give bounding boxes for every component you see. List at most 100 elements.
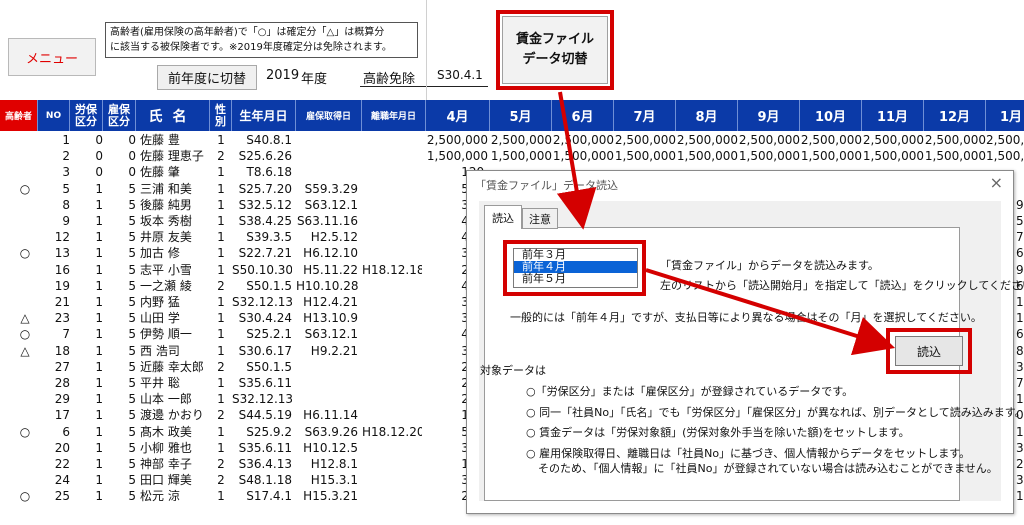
row-amount-trail: 1,	[1016, 295, 1024, 309]
row-name: 山田 学	[140, 311, 180, 326]
row-amount-trail: 1,	[1016, 311, 1024, 326]
header-month-6: 6月	[552, 100, 614, 131]
row-sex: 1	[217, 181, 225, 196]
row-emp-class: 5	[128, 295, 136, 309]
row-name: 髙木 政美	[140, 424, 192, 439]
exemption-underline	[360, 86, 488, 87]
header-month-11: 11月	[862, 100, 924, 131]
table-row[interactable]: 2 0 0 佐藤 理恵子 2 S25.6.26 1,500,000 1,500,000 1,50…	[0, 148, 1024, 164]
row-sex: 1	[217, 133, 225, 147]
elderly-note-line2: に該当する被保険者です。※2019年度確定分は免除されます。	[110, 42, 392, 53]
tab-read[interactable]: 読込	[484, 205, 522, 229]
row-birthdate: S30.6.17	[238, 343, 292, 358]
target-heading: 対象データは	[480, 364, 546, 377]
row-sex: 2	[217, 473, 225, 488]
row-emp-class: 5	[128, 457, 136, 471]
row-amount-4: 2,500,000	[426, 133, 488, 147]
row-name: 松元 涼	[140, 489, 180, 504]
row-acquired-date: S63.9.26	[304, 424, 358, 439]
row-emp-class: 0	[128, 149, 136, 164]
row-amount: 2,500,000	[862, 133, 924, 147]
row-no: 21	[54, 295, 70, 309]
row-sex: 1	[217, 246, 225, 261]
row-amount-trail: 8,	[1016, 343, 1024, 358]
row-amount: 1,500,000	[676, 149, 738, 164]
target-line: ○ 賃金データは「労保対象額」(労保対象外手当を除いた額)をセットします。	[526, 426, 910, 439]
row-sex: 1	[217, 311, 225, 326]
elderly-mark: ○	[19, 489, 31, 504]
row-no: 27	[54, 359, 70, 374]
row-sex: 1	[217, 262, 225, 277]
row-emp-class: 5	[128, 392, 136, 407]
row-labor-class: 1	[95, 327, 103, 342]
row-no: 18	[54, 343, 70, 358]
row-no: 20	[54, 440, 70, 455]
elderly-note-line1: 高齢者(雇用保険の高年齢者)で「○」は確定分「△」は概算分	[110, 27, 385, 38]
row-labor-class: 1	[95, 262, 103, 277]
row-name: 渡邊 かおり	[140, 408, 204, 423]
row-acquired-date: H10.12.5	[303, 440, 358, 455]
general-note: 一般的には「前年４月」ですが、支払日等により異なる場合はその「月」を選択してくだ…	[510, 311, 982, 324]
row-sex: 2	[217, 457, 225, 471]
instruction-line2: 左のリストから「読込開始月」を指定して「読込」をクリックしてください。	[660, 279, 1024, 292]
elderly-exemption-label: 高齢免除	[363, 72, 416, 87]
elderly-mark: △	[20, 343, 30, 358]
row-birthdate: S25.2.1	[246, 327, 292, 342]
row-labor-class: 1	[95, 230, 103, 245]
row-birthdate: T8.6.18	[246, 165, 293, 180]
row-amount: 2,500,000	[924, 133, 986, 147]
table-row[interactable]: 1 0 0 佐藤 豊 1 S40.8.1 2,500,000 2,500,000 2,500,0…	[0, 132, 1024, 148]
header-month-9: 9月	[738, 100, 800, 131]
highlight-month-list	[503, 240, 646, 296]
row-no: 19	[54, 278, 70, 293]
header-birthdate: 生年月日	[232, 100, 296, 131]
row-labor-class: 1	[95, 473, 103, 488]
column-divider	[426, 0, 427, 100]
row-amount: 2,500,000	[676, 133, 738, 147]
row-labor-class: 1	[95, 424, 103, 439]
row-labor-class: 1	[95, 246, 103, 261]
row-amount: 1,500,	[986, 149, 1024, 164]
row-birthdate: S25.9.2	[246, 424, 292, 439]
row-acquired-date: H6.12.10	[303, 246, 358, 261]
row-birthdate: S22.7.21	[238, 246, 292, 261]
row-birthdate: S36.4.13	[238, 457, 292, 471]
row-birthdate: S39.3.5	[246, 230, 292, 245]
row-no: 28	[54, 376, 70, 390]
row-no: 29	[54, 392, 70, 407]
row-labor-class: 1	[95, 214, 103, 228]
row-amount: 2,500,000	[552, 133, 614, 147]
row-amount: 1,500,000	[800, 149, 862, 164]
row-acquired-date: H13.10.9	[303, 311, 358, 326]
row-emp-class: 5	[128, 424, 136, 439]
row-labor-class: 1	[95, 457, 103, 471]
row-birthdate: S50.1.5	[246, 278, 292, 293]
row-labor-class: 1	[95, 489, 103, 504]
row-name: 佐藤 理恵子	[140, 149, 204, 164]
header-labor-class: 労保区分	[70, 100, 103, 131]
header-month-8: 8月	[676, 100, 738, 131]
row-no: 24	[54, 473, 70, 488]
row-no: 3	[62, 165, 70, 180]
switch-previous-year-button[interactable]: 前年度に切替	[157, 65, 257, 90]
row-acquired-date: H6.11.14	[303, 408, 358, 423]
menu-button[interactable]: メニュー	[8, 38, 96, 76]
row-amount: 2,500,000	[614, 133, 676, 147]
row-labor-class: 1	[95, 359, 103, 374]
tab-note[interactable]: 注意	[522, 208, 558, 229]
row-name: 平井 聡	[140, 376, 180, 390]
row-name: 小柳 雅也	[140, 440, 192, 455]
row-labor-class: 1	[95, 278, 103, 293]
row-emp-class: 5	[128, 214, 136, 228]
header-month-4: 4月	[426, 100, 490, 131]
close-icon[interactable]: ×	[990, 173, 1003, 192]
elderly-mark: ○	[19, 246, 31, 261]
row-emp-class: 5	[128, 408, 136, 423]
header-sex: 性別	[210, 100, 232, 131]
row-name: 佐藤 豊	[140, 133, 180, 147]
elderly-mark: ○	[19, 181, 31, 196]
row-emp-class: 5	[128, 440, 136, 455]
row-no: 9	[62, 214, 70, 228]
row-amount-trail: 6,	[1016, 327, 1024, 342]
row-birthdate: S25.6.26	[238, 149, 292, 164]
